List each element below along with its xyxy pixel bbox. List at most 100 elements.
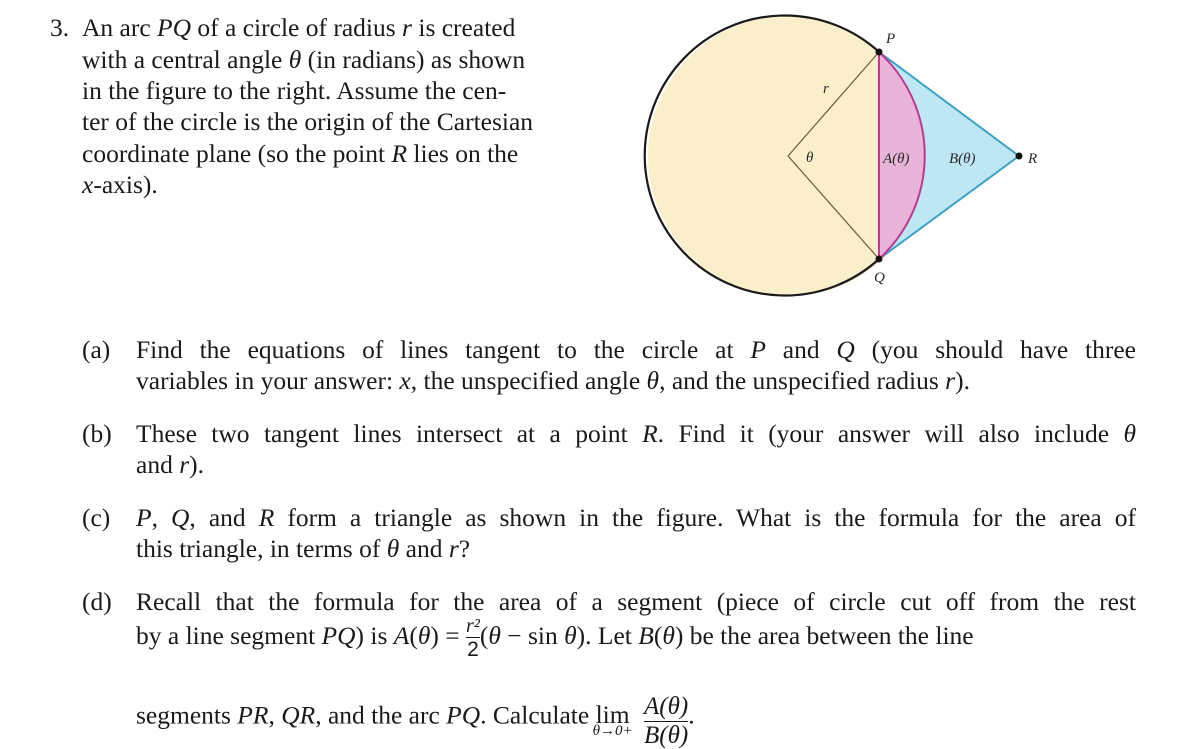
math-variable: QR: [281, 700, 316, 730]
part-text-line: and r).: [136, 450, 204, 480]
intro-line: in the figure to the right. Assume the c…: [82, 76, 506, 106]
part-text-line: These two tangent lines intersect at a p…: [136, 419, 1136, 449]
text-run: Find the equations of lines tangent to t…: [136, 335, 751, 364]
label-q: Q: [874, 270, 885, 286]
text-run: (: [409, 620, 418, 650]
label-angle: θ: [806, 150, 814, 166]
math-variable: θ: [564, 620, 577, 650]
text-run: in the figure to the right. Assume the c…: [82, 76, 507, 105]
text-run: , and the arc: [315, 700, 447, 730]
intro-line: coordinate plane (so the point R lies on…: [82, 139, 518, 169]
math-variable: r: [402, 13, 412, 42]
text-run: ).: [189, 450, 205, 479]
math-variable: r: [448, 534, 459, 563]
text-run: , and the unspecified radius: [659, 366, 946, 395]
part-text-line: segments PR, QR, and the arc PQ. Calcula…: [136, 690, 695, 749]
text-run: ter of the circle is the origin of the C…: [82, 107, 534, 136]
text-run: These two tangent lines intersect at a p…: [136, 419, 643, 448]
math-variable: A: [393, 620, 410, 650]
text-run: of a circle of radius: [191, 13, 403, 42]
part-text-line: Recall that the formula for the area of …: [136, 587, 1136, 617]
segment-area-fraction: r² 2: [466, 616, 480, 660]
text-run: lies on the: [407, 139, 519, 168]
intro-line: ter of the circle is the origin of the C…: [82, 107, 533, 137]
math-variable: θ: [1123, 419, 1136, 448]
point-p: [875, 48, 883, 56]
part-text-line: Find the equations of lines tangent to t…: [136, 335, 1136, 365]
part-label: (c): [82, 503, 111, 532]
text-run: (in radians) as shown: [301, 45, 526, 74]
intro-line: x-axis).: [82, 170, 158, 200]
fraction-denominator: 2: [467, 638, 479, 661]
limit-numerator: A(θ): [643, 693, 689, 720]
point-q: [875, 255, 883, 263]
math-variable: Q: [836, 335, 855, 364]
text-run: ) be the area between the line: [674, 620, 974, 650]
text-run: and: [136, 450, 180, 479]
part-text-line: by a line segment PQ) is A(θ) = r² 2 (θ …: [136, 616, 974, 660]
text-run: − sin: [500, 620, 565, 650]
label-radius: r: [823, 81, 829, 97]
circle-figure: P Q R r θ A(θ) B(θ): [643, 14, 1037, 297]
math-variable: r: [945, 366, 956, 395]
text-run: , and: [189, 503, 259, 532]
formula-lead-text: by a line segment PQ) is A(θ) =: [136, 621, 466, 650]
text-run: ).: [955, 366, 970, 395]
limit-fraction: A(θ) B(θ): [643, 693, 689, 749]
math-variable: x: [399, 366, 411, 395]
math-variable: θ: [662, 620, 675, 650]
text-run: this triangle, in terms of: [136, 534, 387, 563]
text-run: . Calculate: [480, 700, 596, 730]
math-variable: PQ: [321, 620, 356, 650]
text-run: ) is: [355, 620, 394, 650]
math-variable: R: [642, 419, 658, 448]
period: .: [688, 700, 695, 730]
formula-tail-text: (θ − sin θ). Let B(θ) be the area betwee…: [480, 621, 974, 650]
text-run: An arc: [82, 13, 158, 42]
math-variable: P: [750, 335, 766, 364]
math-variable: θ: [417, 620, 431, 650]
math-variable: θ: [488, 620, 501, 650]
text-run: coordinate plane (so the point: [82, 139, 392, 168]
math-variable: PQ: [157, 13, 192, 42]
math-variable: PQ: [446, 700, 481, 730]
limit-lead-text: segments PR, QR, and the arc PQ. Calcula…: [136, 700, 596, 729]
text-run: , the unspecified angle: [410, 366, 647, 395]
math-variable: r: [179, 450, 190, 479]
part-text-line: P, Q, and R form a triangle as shown in …: [136, 503, 1136, 533]
text-run: ,: [151, 503, 171, 532]
text-run: and: [765, 335, 837, 364]
math-variable: θ: [646, 366, 660, 395]
text-run: segments: [136, 700, 238, 730]
intro-line: An arc PQ of a circle of radius r is cre…: [82, 13, 515, 43]
text-run: ) =: [430, 620, 467, 650]
math-variable: R: [391, 139, 408, 168]
math-variable: x: [82, 170, 94, 199]
text-run: variables in your answer:: [136, 366, 400, 395]
text-run: ,: [268, 700, 282, 730]
part-label: (b): [82, 419, 112, 448]
math-variable: P: [136, 503, 152, 532]
text-run: form a triangle as shown in the figure. …: [274, 503, 1136, 532]
text-run: by a line segment: [136, 620, 322, 650]
math-variable: θ: [386, 534, 400, 563]
part-label: (d): [82, 587, 112, 616]
limit-operator: lim θ→0+: [593, 700, 633, 739]
intro-line: with a central angle θ (in radians) as s…: [82, 45, 525, 75]
text-run: with a central angle: [82, 45, 289, 74]
text-run: (you should have three: [854, 335, 1136, 364]
text-run: -axis).: [93, 170, 158, 199]
label-segment-area: A(θ): [882, 151, 910, 167]
fraction-numerator: r²: [466, 615, 480, 637]
part-label: (a): [82, 335, 111, 364]
limit-denominator: B(θ): [643, 722, 689, 749]
label-p: P: [885, 31, 895, 47]
text-run: Recall that the formula for the area of …: [136, 587, 1136, 616]
text-run: ). Let: [576, 620, 639, 650]
lim-subscript: θ→0+: [592, 723, 633, 740]
part-text-line: variables in your answer: x, the unspeci…: [136, 366, 970, 396]
math-variable: θ: [288, 45, 302, 74]
label-r: R: [1027, 151, 1037, 167]
math-variable: R: [258, 503, 275, 532]
text-run: ?: [458, 534, 471, 563]
